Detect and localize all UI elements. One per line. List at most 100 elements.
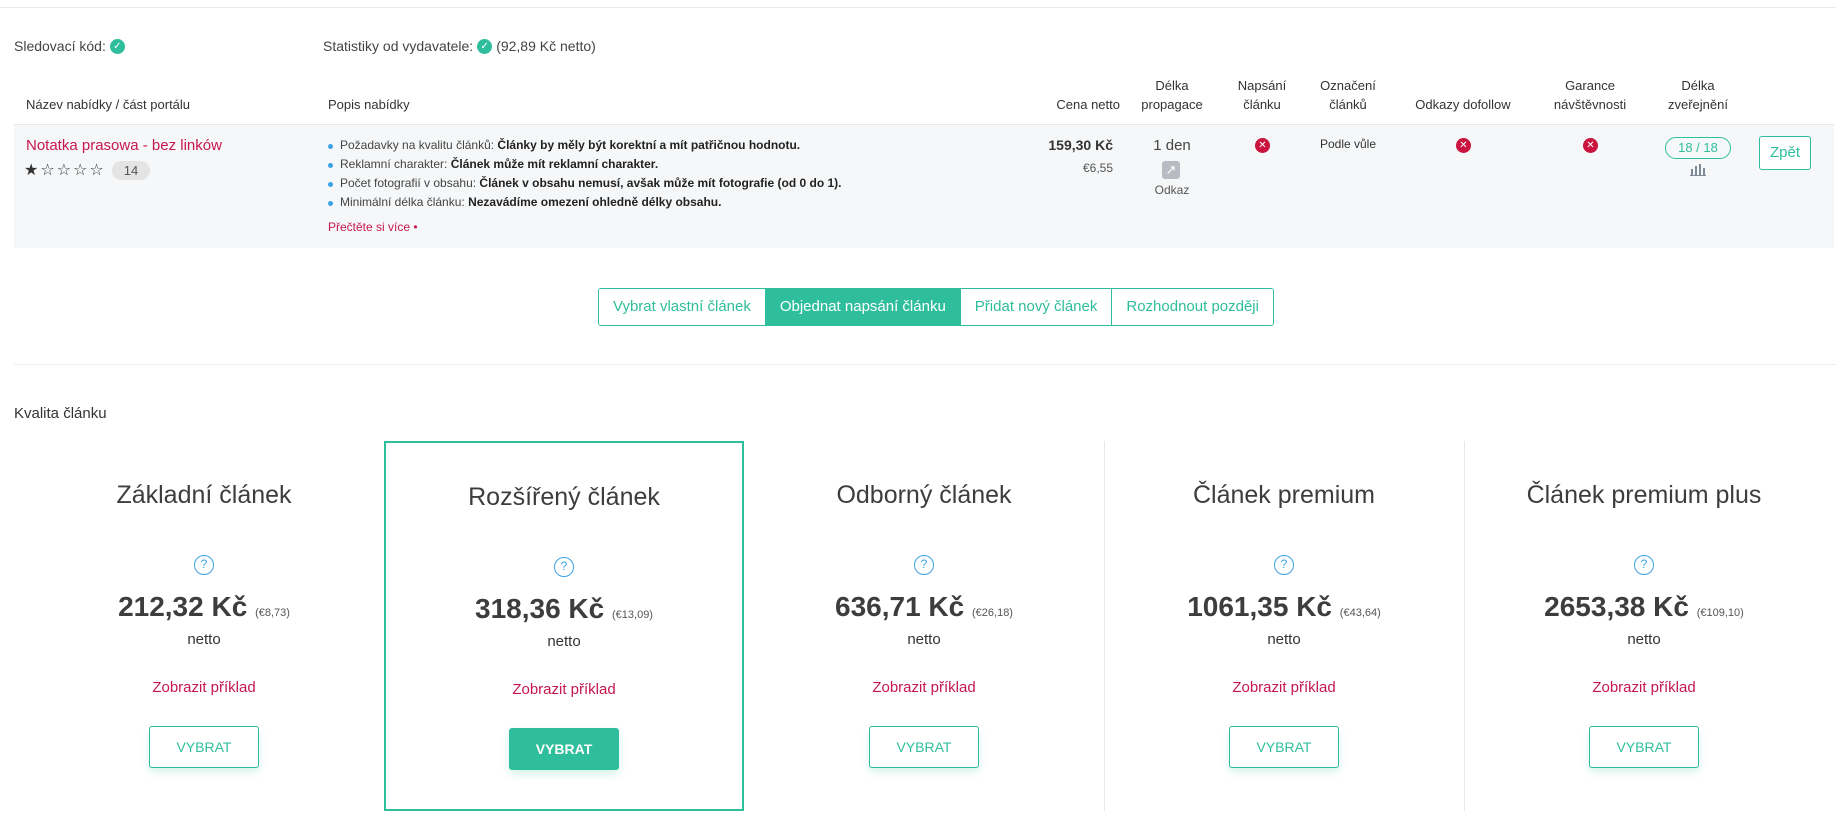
show-example-link[interactable]: Zobrazit příklad xyxy=(1464,679,1824,696)
select-button[interactable]: VYBRAT xyxy=(149,726,259,768)
help-icon[interactable]: ? xyxy=(1634,555,1654,575)
requirement-value: Článek v obsahu nemusí, avšak může mít f… xyxy=(479,176,842,190)
header-writing-line1: Napsání xyxy=(1237,78,1287,93)
card-netto: netto xyxy=(1627,631,1661,648)
card-price-czk: 2653,38 Kč xyxy=(1544,591,1689,622)
back-button[interactable]: Zpět xyxy=(1759,136,1811,170)
price-czk: 159,30 Kč xyxy=(1048,137,1113,153)
tab-decide-later[interactable]: Rozhodnout později xyxy=(1112,289,1273,325)
header-description: Popis nabídky xyxy=(328,97,410,112)
card-netto: netto xyxy=(907,631,941,648)
header-dofollow: Odkazy dofollow xyxy=(1415,97,1511,112)
header-marking-line2: článků xyxy=(1329,97,1367,112)
tracking-code-label: Sledovací kód: xyxy=(14,38,106,54)
card-price-eur: (€8,73) xyxy=(255,607,290,619)
external-link-icon: ↗ xyxy=(1162,161,1180,179)
help-icon[interactable]: ? xyxy=(554,557,574,577)
header-propagation-line2: propagace xyxy=(1141,97,1203,112)
offer-name-link[interactable]: Notatka prasowa - bez linków xyxy=(26,137,222,154)
check-icon: ✓ xyxy=(109,38,125,54)
select-button[interactable]: VYBRAT xyxy=(1229,726,1339,768)
publish-length-badge: 18 / 18 xyxy=(1665,137,1731,159)
marking-value: Podle vůle xyxy=(1319,137,1377,151)
card-price-eur: (€109,10) xyxy=(1696,607,1744,619)
select-button[interactable]: VYBRAT xyxy=(869,726,979,768)
read-more-link[interactable]: Přečtěte si více • xyxy=(328,220,418,234)
card-price: 1061,35 Kč (€43,64) xyxy=(1104,591,1464,623)
offer-requirements-list: Požadavky na kvalitu článků: Články by m… xyxy=(328,136,928,212)
card-price-eur: (€26,18) xyxy=(972,607,1013,619)
requirement-value: Články by měly být korektní a mít patřič… xyxy=(497,138,801,152)
quality-card-premium: Článek premium ? 1061,35 Kč (€43,64) net… xyxy=(1104,441,1464,811)
star-empty-icon: ☆ xyxy=(56,162,72,179)
star-empty-icon: ☆ xyxy=(89,162,104,179)
help-icon[interactable]: ? xyxy=(914,555,934,575)
card-price: 2653,38 Kč (€109,10) xyxy=(1464,591,1824,623)
header-price: Cena netto xyxy=(1056,97,1120,112)
quality-card-expert: Odborný článek ? 636,71 Kč (€26,18) nett… xyxy=(744,441,1104,811)
star-empty-icon: ☆ xyxy=(40,162,55,179)
requirement-label: Požadavky na kvalitu článků: xyxy=(340,138,498,152)
tab-new-article[interactable]: Přidat nový článek xyxy=(960,289,1113,325)
star-filled-icon: ★ xyxy=(24,162,39,179)
requirement-value: Nezavádíme omezení ohledně délky obsahu. xyxy=(468,195,722,209)
card-netto: netto xyxy=(1267,631,1301,648)
card-title: Článek premium xyxy=(1192,481,1375,509)
card-netto: netto xyxy=(547,633,581,650)
publisher-stats-label: Statistiky od vydavatele: xyxy=(323,38,474,54)
header-propagation: Délka propagace xyxy=(1132,76,1212,114)
header-marking-line1: Označení xyxy=(1320,78,1376,93)
show-example-link[interactable]: Zobrazit příklad xyxy=(386,681,742,698)
card-price: 318,36 Kč (€13,09) xyxy=(386,593,742,625)
header-propagation-line1: Délka xyxy=(1155,78,1189,93)
show-example-link[interactable]: Zobrazit příklad xyxy=(24,679,384,696)
section-divider xyxy=(14,364,1836,365)
publisher-stats-status: Statistiky od vydavatele: ✓ (92,89 Kč ne… xyxy=(323,38,596,54)
card-title: Článek premium plus xyxy=(1526,481,1762,509)
help-icon[interactable]: ? xyxy=(194,555,214,575)
propagation-type: Odkaz xyxy=(1154,183,1190,197)
header-guarantee-line1: Garance xyxy=(1565,78,1615,93)
list-item: Minimální délka článku: Nezavádíme omeze… xyxy=(328,193,928,212)
cross-icon: ✕ xyxy=(1456,138,1471,153)
top-divider xyxy=(0,7,1836,8)
list-item: Počet fotografií v obsahu: Článek v obsa… xyxy=(328,174,928,193)
card-price-czk: 636,71 Kč xyxy=(835,591,965,622)
header-writing: Napsání článku xyxy=(1222,76,1302,114)
header-guarantee: Garance návštěvnosti xyxy=(1540,76,1640,114)
select-button[interactable]: VYBRAT xyxy=(509,728,619,770)
select-button[interactable]: VYBRAT xyxy=(1589,726,1699,768)
card-title: Základní článek xyxy=(116,481,292,509)
card-price: 636,71 Kč (€26,18) xyxy=(744,591,1104,623)
price-eur: €6,55 xyxy=(1082,161,1113,175)
rating-count-badge: 14 xyxy=(111,160,151,180)
tab-own-article[interactable]: Vybrat vlastní článek xyxy=(599,289,766,325)
list-item: Požadavky na kvalitu článků: Články by m… xyxy=(328,136,928,155)
show-example-link[interactable]: Zobrazit příklad xyxy=(744,679,1104,696)
header-publish: Délka zveřejnění xyxy=(1658,76,1738,114)
propagation-days: 1 den xyxy=(1153,137,1191,154)
cross-icon: ✕ xyxy=(1255,138,1270,153)
header-marking: Označení článků xyxy=(1308,76,1388,114)
requirement-value: Článek může mít reklamní charakter. xyxy=(450,157,659,171)
card-price-eur: (€13,09) xyxy=(612,609,653,621)
card-netto: netto xyxy=(187,631,221,648)
help-icon[interactable]: ? xyxy=(1274,555,1294,575)
card-price-czk: 1061,35 Kč xyxy=(1187,591,1333,622)
header-writing-line2: článku xyxy=(1243,97,1281,112)
header-publish-line2: zveřejnění xyxy=(1668,97,1728,112)
show-example-link[interactable]: Zobrazit příklad xyxy=(1104,679,1464,696)
star-empty-icon: ☆ xyxy=(73,162,88,179)
publisher-stats-value: (92,89 Kč netto) xyxy=(496,38,596,54)
card-price-czk: 318,36 Kč xyxy=(475,593,605,624)
rating: ★ ☆ ☆ ☆ ☆ 14 xyxy=(24,160,151,180)
requirement-label: Minimální délka článku: xyxy=(340,195,469,209)
tab-order-writing[interactable]: Objednat napsání článku xyxy=(765,289,961,325)
card-title: Odborný článek xyxy=(836,481,1012,509)
requirement-label: Reklamní charakter: xyxy=(340,157,451,171)
bar-chart-icon[interactable] xyxy=(1690,163,1706,179)
list-item: Reklamní charakter: Článek může mít rekl… xyxy=(328,155,928,174)
card-price-czk: 212,32 Kč xyxy=(118,591,248,622)
card-price: 212,32 Kč (€8,73) xyxy=(24,591,384,623)
quality-card-premium-plus: Článek premium plus ? 2653,38 Kč (€109,1… xyxy=(1464,441,1824,811)
